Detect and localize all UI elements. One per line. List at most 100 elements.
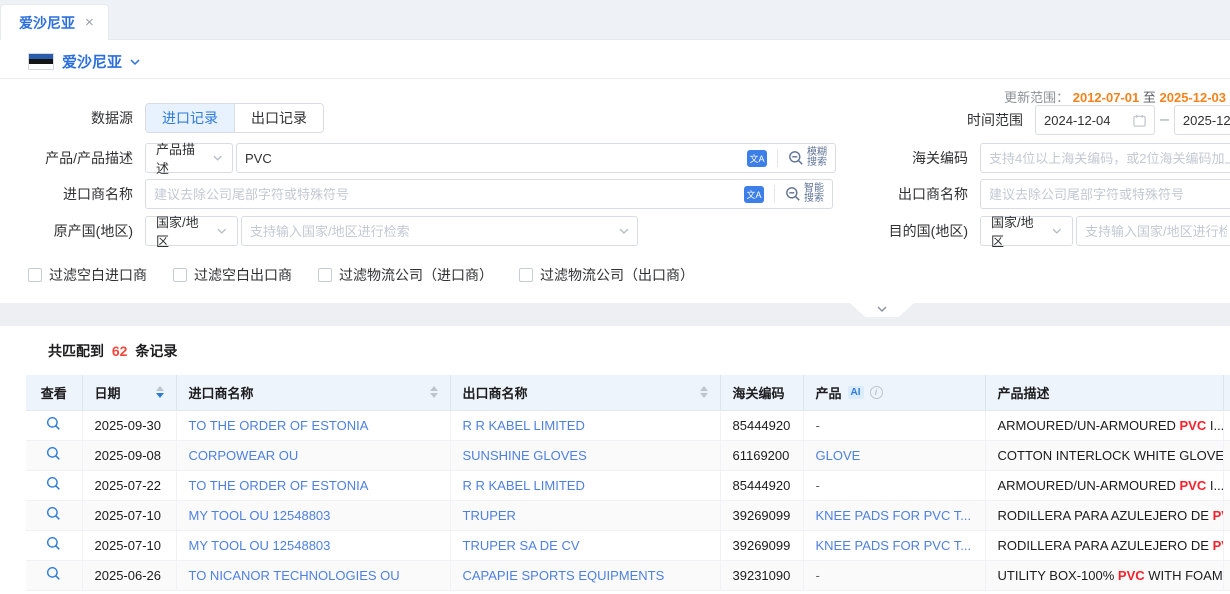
update-range-label: 更新范围：	[1004, 90, 1069, 105]
translate-icon[interactable]: 文A	[747, 150, 767, 167]
product-type-value: 产品描述	[156, 139, 205, 177]
exporter-link[interactable]: TRUPER	[463, 508, 516, 523]
toggle-import-records[interactable]: 进口记录	[146, 104, 234, 132]
country-selector[interactable]: 爱沙尼亚	[28, 51, 140, 72]
view-record-button[interactable]	[46, 446, 61, 461]
exporter-link[interactable]: TRUPER SA DE CV	[463, 538, 580, 553]
fuzzy-search-button[interactable]: 模糊搜索	[788, 148, 827, 168]
importer-link[interactable]: TO THE ORDER OF ESTONIA	[189, 478, 369, 493]
col-header-extra	[1223, 375, 1230, 410]
col-header-exporter[interactable]: 出口商名称	[450, 375, 720, 410]
product-description: ARMOURED/UN-ARMOURED PVC I...	[985, 470, 1223, 500]
date-from-input[interactable]: 2024-12-04	[1035, 105, 1155, 135]
product-label: 产品/产品描述	[0, 148, 145, 168]
checkbox-icon[interactable]	[28, 268, 42, 282]
importer-link[interactable]: CORPOWEAR OU	[189, 448, 299, 463]
desc-highlight: PVC	[1118, 568, 1145, 583]
checkbox-label: 过滤空白出口商	[194, 265, 292, 285]
table-row: 2025-09-08 CORPOWEAR OU SUNSHINE GLOVES …	[26, 440, 1230, 470]
product-link[interactable]: GLOVE	[816, 448, 861, 463]
desc-text: RODILLERA PARA AZULEJERO DE	[998, 538, 1213, 553]
importer-link[interactable]: TO NICANOR TECHNOLOGIES OU	[189, 568, 400, 583]
product-type-select[interactable]: 产品描述	[145, 143, 233, 173]
importer-link[interactable]: MY TOOL OU 12548803	[189, 508, 331, 523]
table-row: 2025-06-26 TO NICANOR TECHNOLOGIES OU CA…	[26, 560, 1230, 590]
checkbox-filter-blank-exporter[interactable]: 过滤空白出口商	[173, 265, 292, 285]
view-record-button[interactable]	[46, 536, 61, 551]
exporter-row: 出口商名称	[880, 179, 1230, 209]
results-panel: 共匹配到 62 条记录 查看 日期	[0, 326, 1230, 594]
checkbox-icon[interactable]	[519, 268, 533, 282]
hs-code-value: 39269099	[720, 500, 803, 530]
destination-country-input[interactable]	[1085, 224, 1227, 239]
product-link[interactable]: KNEE PADS FOR PVC T...	[816, 538, 972, 553]
search-minus-icon	[788, 150, 804, 166]
destination-type-value: 国家/地区	[991, 212, 1044, 250]
update-range-to: 2025-12-03	[1160, 90, 1227, 105]
exporter-link[interactable]: CAPAPIE SPORTS EQUIPMENTS	[463, 568, 665, 583]
date-from-value: 2024-12-04	[1044, 113, 1127, 128]
exporter-link[interactable]: R R KABEL LIMITED	[463, 418, 585, 433]
checkbox-icon[interactable]	[318, 268, 332, 282]
panel-gap	[0, 303, 1230, 326]
view-record-button[interactable]	[46, 506, 61, 521]
sort-icon-date[interactable]	[156, 386, 164, 398]
checkbox-label: 过滤物流公司（进口商）	[339, 265, 493, 285]
checkbox-icon[interactable]	[173, 268, 187, 282]
importer-search-input[interactable]	[154, 187, 744, 202]
magnifier-icon	[46, 566, 61, 581]
view-record-button[interactable]	[46, 416, 61, 431]
update-range-from: 2012-07-01	[1073, 90, 1140, 105]
importer-link[interactable]: MY TOOL OU 12548803	[189, 538, 331, 553]
origin-country-input[interactable]	[250, 224, 619, 239]
datasource-toggle: 进口记录 出口记录	[145, 103, 324, 133]
col-header-date[interactable]: 日期	[82, 375, 176, 410]
destination-type-select[interactable]: 国家/地区	[980, 216, 1073, 246]
results-prefix: 共匹配到	[48, 343, 104, 359]
tab-estonia[interactable]: 爱沙尼亚 ×	[0, 4, 109, 40]
checkbox-filter-blank-importer[interactable]: 过滤空白进口商	[28, 265, 147, 285]
chevron-down-icon	[1052, 226, 1062, 236]
sort-icon-exporter[interactable]	[700, 386, 708, 398]
hs-code-value: 85444920	[720, 410, 803, 440]
view-record-button[interactable]	[46, 476, 61, 491]
exporter-search-input[interactable]	[989, 187, 1230, 202]
product-description: RODILLERA PARA AZULEJERO DE PVC	[985, 500, 1223, 530]
hs-code-value: 85444920	[720, 470, 803, 500]
col-header-product: 产品 AI i	[803, 375, 985, 410]
checkbox-label: 过滤空白进口商	[49, 265, 147, 285]
origin-type-select[interactable]: 国家/地区	[145, 216, 238, 246]
product-link[interactable]: KNEE PADS FOR PVC T...	[816, 508, 972, 523]
product-search-input[interactable]	[245, 151, 747, 166]
extra-cell	[1223, 560, 1230, 590]
info-icon[interactable]: i	[870, 386, 883, 399]
results-table: 查看 日期 进口商名称 出口商名称	[26, 375, 1230, 591]
product-input-group: 文A 模糊搜索	[236, 143, 836, 173]
table-row: 2025-07-10 MY TOOL OU 12548803 TRUPER 39…	[26, 500, 1230, 530]
date-to-input[interactable]: 2025-12-03	[1174, 105, 1230, 135]
importer-link[interactable]: TO THE ORDER OF ESTONIA	[189, 418, 369, 433]
results-suffix: 条记录	[135, 343, 177, 359]
close-icon[interactable]: ×	[85, 15, 94, 30]
exporter-link[interactable]: SUNSHINE GLOVES	[463, 448, 587, 463]
col-header-importer[interactable]: 进口商名称	[176, 375, 450, 410]
desc-text: UTILITY BOX-100%	[998, 568, 1118, 583]
sort-icon-importer[interactable]	[430, 386, 438, 398]
extra-cell	[1223, 470, 1230, 500]
datasource-label: 数据源	[0, 108, 145, 128]
record-date: 2025-09-08	[82, 440, 176, 470]
smart-search-button[interactable]: 智能搜索	[785, 184, 824, 204]
exporter-link[interactable]: R R KABEL LIMITED	[463, 478, 585, 493]
product-value: -	[816, 478, 820, 493]
toggle-export-records[interactable]: 出口记录	[234, 104, 323, 132]
magnifier-icon	[46, 536, 61, 551]
results-count-line: 共匹配到 62 条记录	[48, 341, 177, 361]
checkbox-filter-logistics-importer[interactable]: 过滤物流公司（进口商）	[318, 265, 493, 285]
desc-text: ARMOURED/UN-ARMOURED	[998, 478, 1180, 493]
desc-text: I...	[1206, 418, 1223, 433]
exporter-label: 出口商名称	[880, 184, 980, 204]
hs-code-input[interactable]	[989, 151, 1230, 166]
view-record-button[interactable]	[46, 566, 61, 581]
translate-icon[interactable]: 文A	[744, 186, 764, 203]
checkbox-filter-logistics-exporter[interactable]: 过滤物流公司（出口商）	[519, 265, 694, 285]
